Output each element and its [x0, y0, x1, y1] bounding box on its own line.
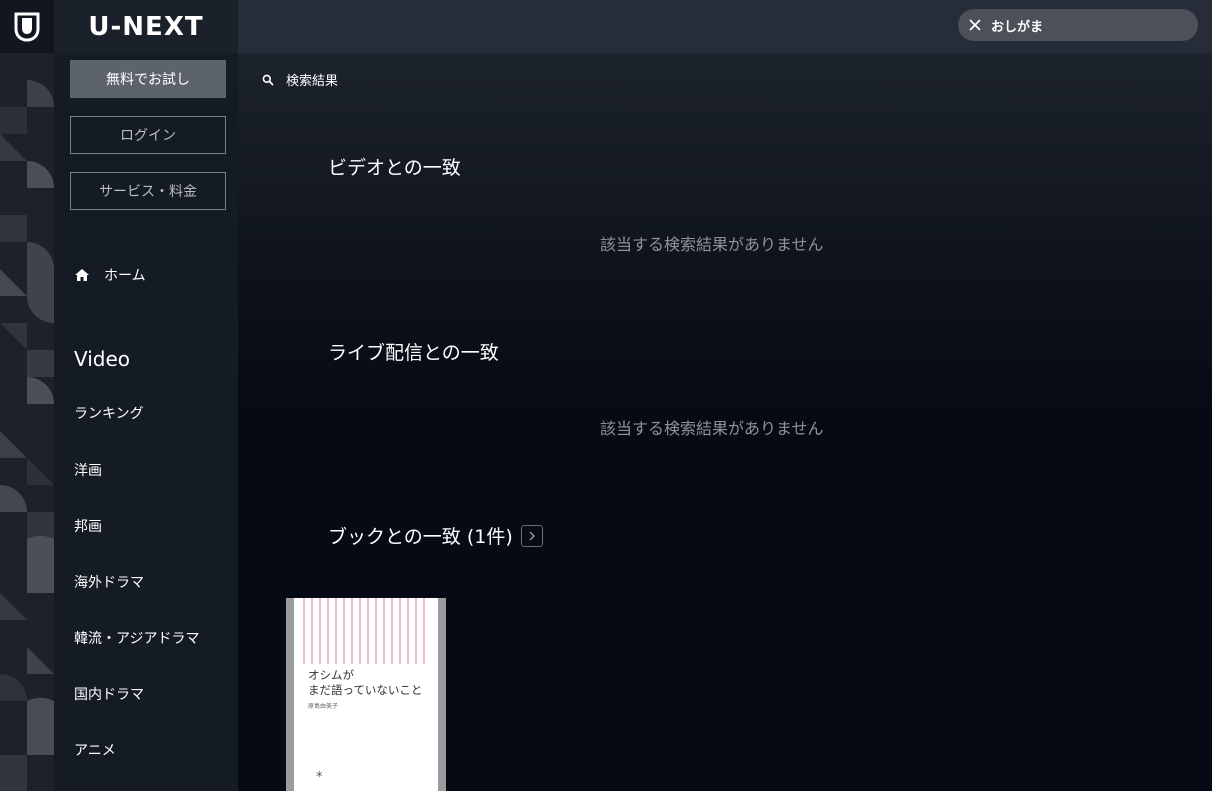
section-title-video: ビデオとの一致 — [328, 157, 461, 179]
section-title-book[interactable]: ブックとの一致 (1件) — [328, 522, 543, 549]
book-author: 原島由美子 — [308, 703, 339, 710]
asterisk-icon: * — [316, 770, 323, 785]
close-icon[interactable] — [967, 17, 983, 33]
section-title-book-label: ブックとの一致 (1件) — [328, 526, 513, 548]
home-icon — [75, 269, 89, 281]
sidebar-item-label: ホーム — [104, 268, 146, 284]
sidebar-item-anime[interactable]: アニメ — [74, 741, 116, 761]
logo-button[interactable] — [0, 0, 54, 53]
book-title: オシムが まだ語っていないこと — [308, 668, 433, 698]
sidebar-item-ranking[interactable]: ランキング — [74, 404, 144, 424]
sidebar: 無料でお試し ログイン サービス・料金 ホーム Video ランキング 洋画 邦… — [54, 53, 238, 791]
see-more-button[interactable] — [520, 524, 543, 547]
sidebar-item-western-movies[interactable]: 洋画 — [74, 461, 102, 481]
book-cover[interactable]: オシムが まだ語っていないこと 原島由美子 * — [286, 598, 446, 791]
sidebar-item-domestic-drama[interactable]: 国内ドラマ — [74, 685, 144, 705]
empty-message-live: 該当する検索結果がありません — [600, 419, 824, 438]
empty-message-video: 該当する検索結果がありません — [600, 235, 824, 254]
sidebar-item-home[interactable]: ホーム — [74, 265, 146, 285]
brand-logo[interactable]: U-NEXT — [54, 0, 238, 53]
sidebar-item-japanese-movies[interactable]: 邦画 — [74, 517, 102, 537]
login-button[interactable]: ログイン — [70, 116, 226, 154]
shield-logo-icon — [14, 12, 40, 42]
chevron-right-icon — [529, 531, 535, 540]
search-icon — [262, 74, 274, 86]
book-cover-stripes — [303, 598, 425, 664]
book-title-line1: オシムが — [308, 668, 354, 682]
decorative-pattern — [0, 53, 71, 791]
book-title-line2: まだ語っていないこと — [308, 683, 423, 697]
breadcrumb: 検索結果 — [262, 70, 338, 89]
sidebar-item-asian-drama[interactable]: 韓流・アジアドラマ — [74, 629, 199, 649]
service-pricing-button[interactable]: サービス・料金 — [70, 172, 226, 210]
breadcrumb-label: 検索結果 — [286, 74, 339, 89]
section-title-live: ライブ配信との一致 — [328, 342, 499, 364]
book-cover-page: オシムが まだ語っていないこと 原島由美子 * — [294, 598, 438, 791]
search-field[interactable]: おしがま — [958, 9, 1198, 41]
free-trial-button[interactable]: 無料でお試し — [70, 60, 226, 98]
sidebar-section-title: Video — [74, 347, 131, 371]
sidebar-item-overseas-drama[interactable]: 海外ドラマ — [74, 573, 144, 593]
top-bar: U-NEXT おしがま — [0, 0, 1212, 53]
search-query[interactable]: おしがま — [991, 16, 1043, 35]
